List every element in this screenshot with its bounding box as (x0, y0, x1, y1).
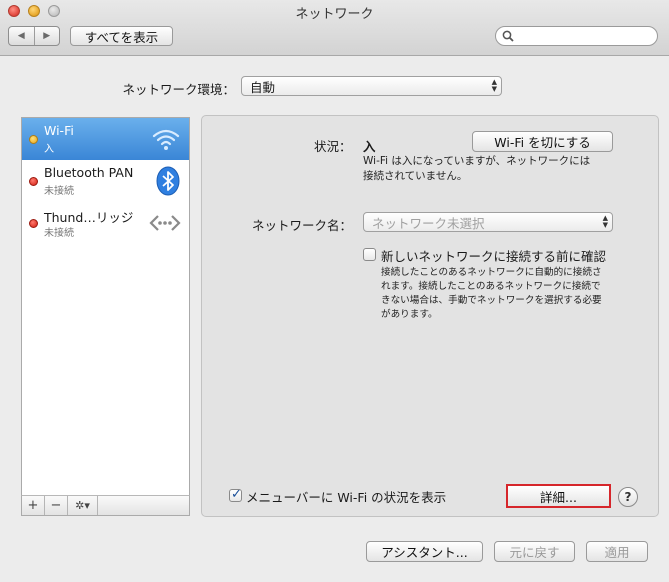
status-description-line: Wi-Fi は入になっていますが、ネットワークには (363, 155, 591, 167)
location-label: ネットワーク環境： (122, 82, 235, 97)
location-popup[interactable]: 自動 ▲ ▼ (241, 76, 502, 96)
status-dot-icon (29, 177, 38, 186)
search-icon (502, 30, 514, 42)
search-field[interactable] (495, 26, 658, 46)
service-item-thunderbolt-bridge[interactable]: Thund…リッジ 未接続 (22, 202, 189, 244)
ask-to-join-description-line: があります。 (381, 309, 438, 320)
thunderbolt-bridge-icon (149, 215, 181, 231)
show-all-button[interactable]: すべてを表示 (70, 26, 173, 46)
checkmark-icon: ✓ (231, 487, 242, 502)
back-forward-control: ◀ ▶ (8, 26, 60, 46)
popup-arrows-icon: ▲ ▼ (602, 214, 608, 229)
ask-to-join-description-line: きない場合は、手動でネットワークを選択する必要 (381, 295, 602, 306)
ask-to-join-description-line: れます。接続したことのあるネットワークに接続で (381, 281, 601, 292)
show-wifi-in-menubar-checkbox[interactable]: ✓ (229, 487, 242, 502)
ask-to-join-description-line: 接続したことのあるネットワークに自動的に接続さ (381, 267, 602, 278)
window-title: ネットワーク (295, 7, 374, 22)
service-status: 未接続 (44, 186, 74, 197)
status-value: 入 (363, 139, 376, 154)
assistant-button[interactable]: アシスタント... (366, 541, 483, 562)
popup-arrows-icon: ▲ ▼ (491, 78, 497, 93)
service-item-bluetooth-pan[interactable]: Bluetooth PAN 未接続 (22, 160, 189, 202)
advanced-button[interactable]: 詳細... (506, 484, 611, 508)
wifi-icon (152, 129, 180, 150)
network-name-label: ネットワーク名： (252, 218, 353, 233)
service-list: Wi-Fi 入 Bluetooth PAN 未接続 Thund…リッジ 未接続 (21, 117, 190, 516)
service-status: 入 (44, 144, 54, 155)
action-menu-button[interactable]: ✲▾ (68, 496, 98, 515)
turn-wifi-off-button[interactable]: Wi-Fi を切にする (472, 131, 613, 152)
status-dot-icon (29, 135, 38, 144)
status-label: 状況： (314, 139, 352, 154)
remove-service-button[interactable]: − (45, 496, 68, 515)
network-name-popup[interactable]: ネットワーク未選択 ▲ ▼ (363, 212, 613, 232)
service-name: Wi-Fi (44, 123, 74, 138)
show-wifi-in-menubar-label: メニューバーに Wi-Fi の状況を表示 (246, 490, 447, 505)
status-description-line: 接続されていません。 (363, 170, 468, 182)
help-button[interactable]: ? (618, 487, 638, 507)
ask-to-join-checkbox[interactable] (363, 248, 376, 261)
forward-button[interactable]: ▶ (33, 27, 60, 45)
window-titlebar: ネットワーク ◀ ▶ すべてを表示 (0, 0, 669, 56)
ask-to-join-label: 新しいネットワークに接続する前に確認 (381, 249, 607, 264)
service-name: Bluetooth PAN (44, 165, 134, 180)
bluetooth-icon (156, 166, 180, 196)
network-name-value: ネットワーク未選択 (372, 215, 485, 231)
revert-button[interactable]: 元に戻す (494, 541, 575, 562)
add-service-button[interactable]: + (22, 496, 45, 515)
service-status: 未接続 (44, 228, 74, 239)
service-list-toolbar: + − ✲▾ (21, 495, 190, 516)
apply-button[interactable]: 適用 (586, 541, 648, 562)
back-button[interactable]: ◀ (9, 27, 34, 45)
location-value: 自動 (250, 79, 276, 95)
status-dot-icon (29, 219, 38, 228)
service-item-wifi[interactable]: Wi-Fi 入 (22, 118, 189, 160)
